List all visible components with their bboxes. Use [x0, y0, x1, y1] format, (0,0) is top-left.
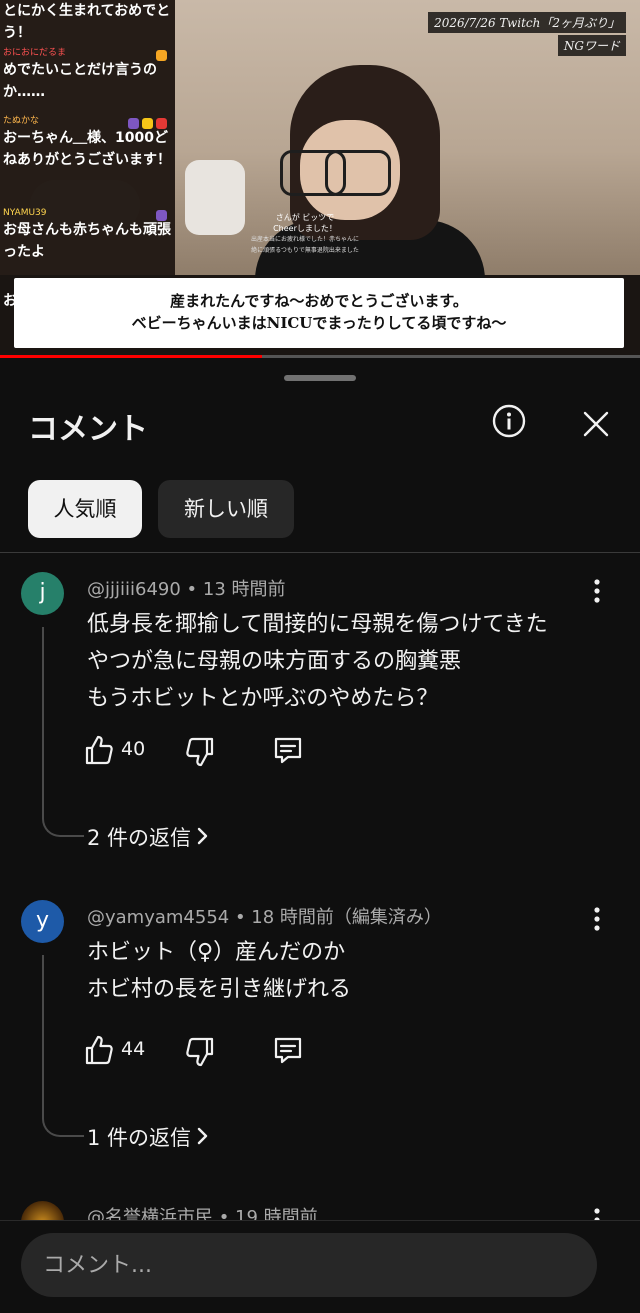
cheer-line: Cheerしました！	[273, 224, 337, 233]
chat-badge-icon	[156, 118, 167, 129]
thumb-down-icon	[186, 737, 214, 767]
thread-line	[42, 627, 84, 837]
caption-line: ベビーちゃんいまはNICUでまったりしてる頃ですね～	[131, 314, 507, 332]
stream-date-label: 2026/7/26 Twitch「2ヶ月ぶり」	[428, 12, 626, 33]
comment-line: もうホビットとか呼ぶのやめたら？	[87, 686, 439, 711]
thumb-down-icon	[186, 1037, 214, 1067]
comment-input[interactable]	[21, 1233, 597, 1297]
chat-message: おにおにだるま めでたいことだけ言うのか……	[3, 48, 171, 103]
comment-item-partial: @名誉横浜市民 • 19 時間前	[0, 1193, 640, 1220]
chat-badge-icon	[156, 210, 167, 221]
chat-message: とにかく生まれておめでとう！	[3, 0, 171, 44]
reply-icon	[274, 737, 302, 764]
comment-meta[interactable]: @名誉横浜市民 • 19 時間前	[87, 1203, 318, 1220]
sheet-title: コメント	[28, 412, 148, 447]
comment-body: 低身長を揶揄して間接的に母親を傷つけてきた やつが急に母親の味方面するの胸糞悪 …	[87, 606, 548, 717]
comment-meta[interactable]: @yamyam4554 • 18 時間前（編集済み）	[87, 903, 442, 929]
more-vert-icon	[594, 1208, 600, 1220]
chat-message: お	[3, 290, 17, 312]
thread-line	[42, 955, 84, 1137]
like-button[interactable]	[85, 735, 113, 765]
chat-message: たぬかな おーちゃん＿様、1000どねありがとうございます！	[3, 116, 171, 171]
avatar[interactable]	[21, 1201, 64, 1220]
more-vert-icon	[594, 907, 600, 931]
chat-text: お	[3, 293, 17, 309]
thumb-up-icon	[85, 1035, 113, 1065]
reply-button[interactable]	[273, 1035, 303, 1065]
comment-body: ホビット（♀）産んだのか ホビ村の長を引き継げれる	[87, 934, 351, 1008]
progress-bar[interactable]	[0, 355, 640, 358]
caption-line: 産まれたんですね～おめでとうございます。	[170, 292, 468, 310]
dislike-button[interactable]	[186, 737, 214, 767]
comment-line: やつが急に母親の味方面するの胸糞悪	[87, 649, 462, 674]
chevron-right-icon	[197, 1126, 209, 1150]
avatar[interactable]: y	[21, 900, 64, 943]
more-vert-icon	[594, 579, 600, 603]
comments-sheet: コメント 人気順 新しい順 j @jjjiii6490 • 13 時間前 低身長…	[0, 362, 640, 1312]
dislike-button[interactable]	[186, 1037, 214, 1067]
view-replies-button[interactable]: 1 件の返信	[87, 1122, 209, 1152]
close-button[interactable]	[580, 408, 612, 440]
cheer-line: さんが ビッツで	[275, 213, 335, 222]
like-count: 44	[121, 1038, 146, 1060]
chat-badge-icon	[156, 50, 167, 61]
comment-line: 低身長を揶揄して間接的に母親を傷つけてきた	[87, 612, 548, 637]
comment-line: ホビ村の長を引き継げれる	[87, 977, 352, 1002]
chat-text: お母さんも赤ちゃんも頑張ったよ	[3, 222, 171, 260]
caption-box: 産まれたんですね～おめでとうございます。 ベビーちゃんいまはNICUでまったりし…	[14, 278, 624, 348]
replies-label: 1 件の返信	[87, 1126, 192, 1150]
comment-meta[interactable]: @jjjiii6490 • 13 時間前	[87, 575, 286, 601]
chat-badge-icon	[128, 118, 139, 129]
stream-chat-overlay: とにかく生まれておめでとう！ おにおにだるま めでたいことだけ言うのか…… たぬ…	[0, 0, 175, 275]
info-button[interactable]	[492, 404, 526, 438]
cheer-line: 絶に頑張るつもりで無事退院出来ました	[251, 247, 359, 254]
glasses-right	[325, 150, 391, 196]
view-replies-button[interactable]: 2 件の返信	[87, 822, 209, 852]
replies-label: 2 件の返信	[87, 826, 192, 850]
more-button[interactable]	[586, 1207, 608, 1220]
cheer-alert: さんが ビッツで Cheerしました！ 出産本当にお疲れ様でした！赤ちゃんに 絶…	[230, 212, 380, 256]
close-icon	[583, 411, 609, 437]
reply-button[interactable]	[273, 735, 303, 765]
ng-word-label: NGワード	[557, 35, 626, 56]
more-button[interactable]	[586, 906, 608, 932]
thumb-up-icon	[85, 735, 113, 765]
progress-fill	[0, 355, 263, 358]
more-button[interactable]	[586, 578, 608, 604]
chat-badge-icon	[142, 118, 153, 129]
video-player[interactable]: とにかく生まれておめでとう！ おにおにだるま めでたいことだけ言うのか…… たぬ…	[0, 0, 640, 358]
info-icon	[492, 404, 526, 438]
chat-text: とにかく生まれておめでとう！	[3, 3, 171, 41]
chat-text: めでたいことだけ言うのか……	[3, 62, 157, 100]
chat-message: NYAMU39 お母さんも赤ちゃんも頑張ったよ	[3, 208, 171, 263]
like-button[interactable]	[85, 1035, 113, 1065]
comment-line: ホビット（♀）産んだのか	[87, 940, 346, 965]
comment-input-bar	[0, 1220, 640, 1313]
like-count: 40	[121, 738, 146, 760]
chat-user: おにおにだるま	[3, 48, 67, 58]
cheer-line: 出産本当にお疲れ様でした！赤ちゃんに	[250, 236, 359, 243]
avatar[interactable]: j	[21, 572, 64, 615]
chat-user: NYAMU39	[3, 208, 47, 218]
chevron-right-icon	[197, 826, 209, 850]
drag-handle[interactable]	[284, 375, 356, 381]
divider	[0, 552, 640, 553]
sort-chip-top[interactable]: 人気順	[28, 480, 142, 538]
sort-chip-newest[interactable]: 新しい順	[158, 480, 294, 538]
chat-text: おーちゃん＿様、1000どねありがとうございます！	[3, 130, 171, 168]
reply-icon	[274, 1037, 302, 1064]
